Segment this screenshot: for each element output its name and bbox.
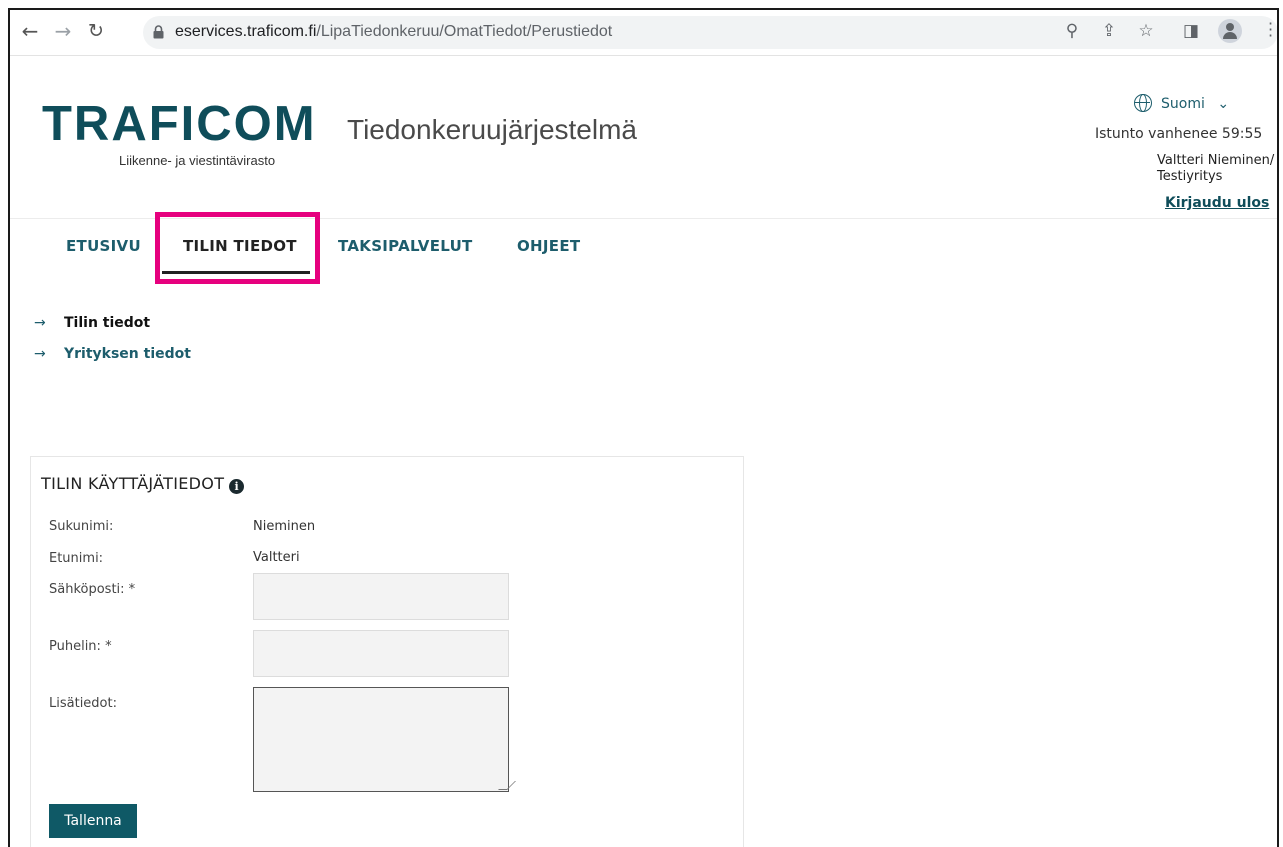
email-field[interactable] <box>253 573 509 620</box>
tab-etusivu[interactable]: ETUSIVU <box>66 237 141 255</box>
share-icon[interactable]: ⇪ <box>1098 20 1120 42</box>
highlight-box <box>155 212 320 284</box>
panel-title-text: TILIN KÄYTTÄJÄTIEDOT <box>41 474 225 493</box>
forward-arrow-icon[interactable]: → <box>51 19 75 43</box>
browser-window: ← → ↻ eservices.traficom.fi/LipaTiedonke… <box>8 8 1279 847</box>
zoom-icon[interactable]: ⚲ <box>1061 20 1083 42</box>
subnav-tilin-tiedot[interactable]: → Tilin tiedot <box>34 315 150 331</box>
email-label: Sähköposti: * <box>49 582 136 597</box>
app-title: Tiedonkeruujärjestelmä <box>347 114 637 145</box>
subnav-label: Yrityksen tiedot <box>64 346 191 362</box>
user-info: Valtteri Nieminen/ Testiyritys <box>1157 153 1274 185</box>
globe-icon <box>1134 94 1152 112</box>
extra-info-label: Lisätiedot: <box>49 696 117 711</box>
user-company: Testiyritys <box>1157 169 1223 184</box>
logout-link[interactable]: Kirjaudu ulos <box>1165 195 1269 211</box>
lock-icon <box>153 25 164 39</box>
sidepanel-icon[interactable]: ◨ <box>1180 20 1202 42</box>
extra-info-textarea[interactable] <box>253 687 509 792</box>
star-icon[interactable]: ☆ <box>1135 20 1157 42</box>
surname-label: Sukunimi: <box>49 519 114 534</box>
save-button[interactable]: Tallenna <box>49 804 137 838</box>
arrow-right-icon: → <box>34 346 46 362</box>
surname-value: Nieminen <box>253 519 316 534</box>
back-arrow-icon[interactable]: ← <box>18 19 42 43</box>
browser-toolbar: ← → ↻ eservices.traficom.fi/LipaTiedonke… <box>10 10 1277 56</box>
phone-field[interactable] <box>253 630 509 677</box>
tab-ohjeet[interactable]: OHJEET <box>517 237 580 255</box>
subnav-yrityksen-tiedot[interactable]: → Yrityksen tiedot <box>34 346 191 362</box>
subnav-label: Tilin tiedot <box>64 315 151 331</box>
profile-icon[interactable] <box>1218 19 1242 43</box>
language-label: Suomi <box>1161 96 1205 112</box>
language-selector[interactable]: Suomi ⌄ <box>1134 94 1229 112</box>
phone-label: Puhelin: * <box>49 639 112 654</box>
menu-icon[interactable]: · · · <box>1268 16 1273 44</box>
arrow-right-icon: → <box>34 315 46 331</box>
session-timer: Istunto vanhenee 59:55 <box>1095 126 1263 142</box>
url-text: eservices.traficom.fi/LipaTiedonkeruu/Om… <box>175 23 613 40</box>
logo-subtitle: Liikenne- ja viestintävirasto <box>119 153 276 168</box>
firstname-label: Etunimi: <box>49 551 104 566</box>
traficom-logo[interactable]: TRAFICOM <box>42 96 317 152</box>
panel-title: TILIN KÄYTTÄJÄTIEDOT i <box>41 474 245 494</box>
info-icon[interactable]: i <box>229 479 245 494</box>
chevron-down-icon: ⌄ <box>1217 96 1230 112</box>
reload-icon[interactable]: ↻ <box>84 19 108 43</box>
account-user-info-panel: TILIN KÄYTTÄJÄTIEDOT i Sukunimi: Nieminen… <box>30 456 744 847</box>
tab-taksipalvelut[interactable]: TAKSIPALVELUT <box>338 237 473 255</box>
user-name: Valtteri Nieminen/ <box>1157 153 1275 168</box>
firstname-value: Valtteri <box>253 550 300 565</box>
